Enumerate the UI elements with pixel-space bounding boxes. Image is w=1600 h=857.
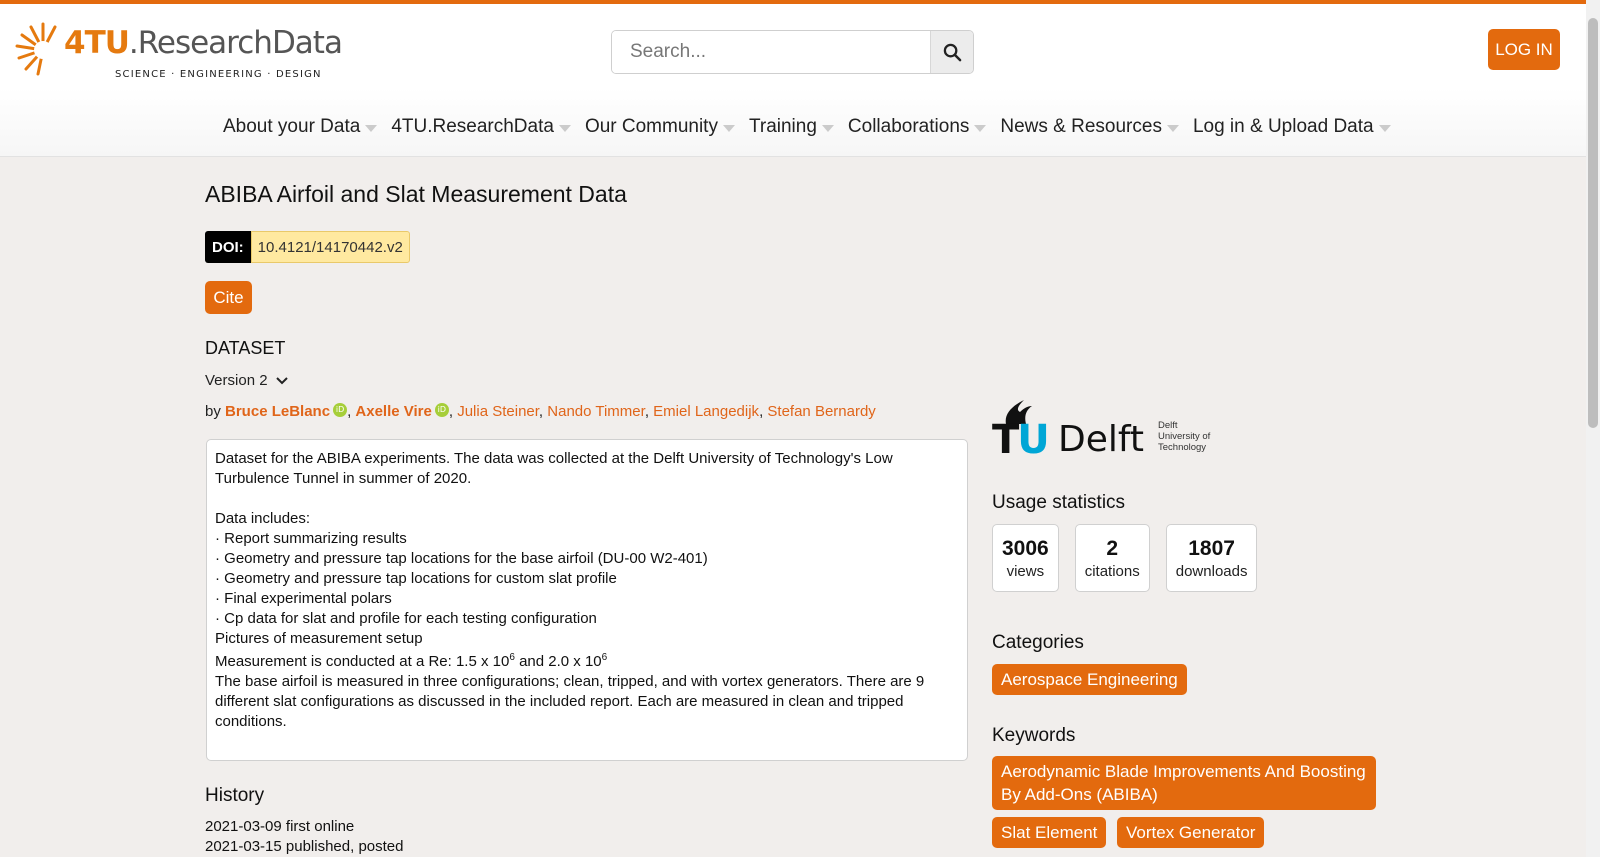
search-button[interactable] bbox=[930, 31, 973, 73]
section-label: DATASET bbox=[205, 338, 286, 358]
author-link[interactable]: Emiel Langedijk bbox=[653, 403, 759, 420]
stat-value: 3006 bbox=[1002, 536, 1049, 560]
page-scrollbar[interactable] bbox=[1586, 0, 1600, 857]
scrollbar-thumb[interactable] bbox=[1588, 18, 1598, 428]
usage-statistics-title: Usage statistics bbox=[992, 492, 1126, 513]
search-icon bbox=[943, 43, 961, 61]
orcid-icon[interactable]: iD bbox=[434, 403, 449, 417]
logo-wordmark: 4TU.ResearchData bbox=[64, 25, 343, 61]
search-box bbox=[611, 30, 974, 74]
caret-down-icon bbox=[974, 124, 987, 132]
author-link[interactable]: Julia Steiner bbox=[457, 403, 539, 420]
main-nav: About your Data 4TU.ResearchData Our Com… bbox=[223, 116, 1405, 138]
chevron-down-icon bbox=[275, 376, 288, 384]
author-list: by Bruce LeBlanc iD, Axelle Vire iD, Julia… bbox=[205, 403, 876, 420]
description-bullet: · Cp data for slat and profile for each … bbox=[215, 610, 597, 627]
stat-views: 3006 views bbox=[992, 524, 1059, 592]
institution-logo[interactable]: TU Delft Delft University of Technology bbox=[992, 400, 1222, 468]
institution-full-name: Delft University of Technology bbox=[1158, 420, 1211, 453]
caret-down-icon bbox=[821, 124, 834, 132]
nav-about-your-data[interactable]: About your Data bbox=[223, 116, 378, 138]
nav-label: News & Resources bbox=[1000, 116, 1162, 137]
history-list: 2021-03-09 first online 2021-03-15 publi… bbox=[205, 817, 404, 857]
delft-wordmark: Delft bbox=[1058, 419, 1145, 460]
nav-our-community[interactable]: Our Community bbox=[585, 116, 735, 138]
orcid-icon[interactable]: iD bbox=[333, 403, 348, 417]
nav-label: Training bbox=[748, 116, 817, 137]
by-label: by bbox=[205, 403, 221, 420]
description-bullet: · Report summarizing results bbox=[215, 530, 407, 547]
history-entry: 2021-03-09 first online bbox=[205, 818, 355, 835]
nav-label: Collaborations bbox=[847, 116, 970, 137]
description-reynolds: Measurement is conducted at a Re: 1.5 x … bbox=[215, 652, 608, 671]
dataset-description: Dataset for the ABIBA experiments. The d… bbox=[206, 439, 968, 761]
caret-down-icon bbox=[558, 124, 571, 132]
description-pictures: Pictures of measurement setup bbox=[215, 630, 423, 647]
description-intro: Dataset for the ABIBA experiments. The d… bbox=[215, 450, 893, 487]
author-link[interactable]: Stefan Bernardy bbox=[767, 403, 875, 420]
login-button[interactable]: LOG IN bbox=[1488, 29, 1560, 70]
version-selector[interactable]: Version 2 bbox=[205, 372, 288, 389]
history-entry: 2021-03-15 published, posted bbox=[205, 838, 404, 855]
nav-collaborations[interactable]: Collaborations bbox=[847, 116, 987, 138]
author-link[interactable]: Axelle Vire bbox=[355, 403, 431, 420]
caret-down-icon bbox=[365, 124, 378, 132]
caret-down-icon bbox=[722, 124, 735, 132]
nav-label: About your Data bbox=[223, 116, 361, 137]
site-logo[interactable]: 4TU.ResearchData SCIENCE · ENGINEERING ·… bbox=[14, 18, 343, 88]
nav-login-upload[interactable]: Log in & Upload Data bbox=[1193, 116, 1391, 138]
caret-down-icon bbox=[1378, 124, 1391, 132]
description-bullet: · Final experimental polars bbox=[215, 590, 392, 607]
version-label: Version 2 bbox=[205, 372, 268, 389]
description-includes-heading: Data includes: bbox=[215, 510, 311, 527]
author-link[interactable]: Nando Timmer bbox=[547, 403, 645, 420]
nav-label: Log in & Upload Data bbox=[1192, 116, 1374, 137]
stat-label: views bbox=[1006, 562, 1045, 580]
history-title: History bbox=[205, 785, 265, 806]
keywords-title: Keywords bbox=[992, 725, 1076, 746]
usage-statistics: 3006 views 2 citations 1807 downloads bbox=[992, 524, 1273, 592]
category-tag[interactable]: Aerospace Engineering bbox=[992, 664, 1187, 695]
categories-title: Categories bbox=[992, 632, 1084, 653]
stat-label: citations bbox=[1084, 562, 1140, 580]
cite-button[interactable]: Cite bbox=[205, 281, 252, 314]
author-link[interactable]: Bruce LeBlanc bbox=[225, 403, 330, 420]
search-input[interactable] bbox=[612, 31, 930, 73]
stat-citations: 2 citations bbox=[1074, 524, 1150, 592]
keyword-tag[interactable]: Slat Element bbox=[992, 817, 1107, 848]
doi-value[interactable]: 10.4121/14170442.v2 bbox=[250, 231, 410, 263]
description-closing: The base airfoil is measured in three co… bbox=[215, 673, 925, 730]
site-header: 4TU.ResearchData SCIENCE · ENGINEERING ·… bbox=[0, 4, 1586, 157]
keyword-tag[interactable]: Vortex Generator bbox=[1117, 817, 1265, 848]
nav-training[interactable]: Training bbox=[749, 116, 834, 138]
caret-down-icon bbox=[1166, 124, 1179, 132]
nav-4tu-researchdata[interactable]: 4TU.ResearchData bbox=[391, 116, 571, 138]
keyword-tag[interactable]: Aerodynamic Blade Improvements And Boost… bbox=[992, 756, 1376, 810]
description-bullet: · Geometry and pressure tap locations fo… bbox=[215, 570, 617, 587]
doi-badge[interactable]: DOI: 10.4121/14170442.v2 bbox=[205, 231, 410, 263]
nav-news-resources[interactable]: News & Resources bbox=[1000, 116, 1179, 138]
doi-label: DOI: bbox=[205, 231, 251, 263]
nav-label: 4TU.ResearchData bbox=[391, 116, 554, 137]
nav-label: Our Community bbox=[584, 116, 718, 137]
stat-value: 1807 bbox=[1188, 536, 1235, 560]
description-bullet: · Geometry and pressure tap locations fo… bbox=[215, 550, 708, 567]
stat-value: 2 bbox=[1106, 536, 1119, 560]
stat-downloads: 1807 downloads bbox=[1165, 524, 1258, 592]
stat-label: downloads bbox=[1175, 562, 1248, 580]
tu-wordmark: TU bbox=[992, 417, 1050, 463]
logo-tagline: SCIENCE · ENGINEERING · DESIGN bbox=[115, 69, 322, 80]
dataset-title: ABIBA Airfoil and Slat Measurement Data bbox=[205, 181, 627, 207]
